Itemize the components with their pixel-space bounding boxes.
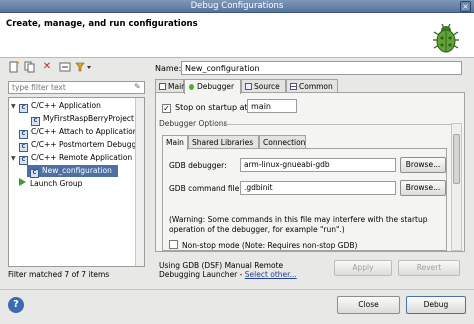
gdb-command-file-label: GDB command file: [169,184,242,193]
collapse-triangle-icon[interactable]: ▼ [11,101,19,113]
tree-item-cpp-postmortem[interactable]: C C/C++ Postmortem Debugger [19,139,144,152]
collapse-all-icon[interactable] [59,61,71,73]
panel-scrollbar[interactable] [451,123,462,251]
inner-tab-connection[interactable]: Connection [259,135,306,149]
tab-debugger[interactable]: Debugger [184,79,241,94]
new-config-icon[interactable] [8,60,20,73]
debugger-options-panel: GDB debugger: arm-linux-gnueabi-gdb Brow… [162,148,447,251]
name-label: Name: [155,64,182,73]
debugger-tab-icon [189,84,194,90]
tree-item-cpp-attach[interactable]: C C/C++ Attach to Application [19,126,138,139]
debug-button[interactable]: Debug [406,296,466,314]
duplicate-icon[interactable] [24,61,36,73]
config-toolbar: ✕ [8,60,128,75]
dialog-header: Create, manage, and run configurations [0,13,474,58]
tree-item-myfirstraspberryproject[interactable]: C MyFirstRaspBerryProject [31,113,134,126]
cpp-attach-icon: C [19,130,28,139]
clear-filter-icon[interactable]: ✎ [134,82,144,92]
tree-item-cpp-application[interactable]: ▼ C C/C++ Application [11,100,101,113]
debugger-tab-panel: ✓Stop on startup at: Debugger Options Ma… [155,92,465,252]
footer-separator [0,289,474,290]
common-tab-icon [290,83,297,90]
non-stop-mode-checkbox[interactable] [169,240,178,249]
tab-main[interactable]: Main [155,79,186,93]
window-title: Debug Configurations [190,1,284,11]
tab-source[interactable]: Source [241,79,286,93]
source-tab-icon [245,83,252,90]
dialog-header-title: Create, manage, and run configurations [6,19,198,29]
inner-tab-shared-libraries[interactable]: Shared Libraries [188,135,259,149]
cpp-application-icon: C [19,104,28,113]
revert-button[interactable]: Revert [398,260,460,276]
stop-on-startup-checkbox[interactable]: ✓ [162,104,171,113]
cpp-config-icon: C [30,169,39,178]
inner-tab-main[interactable]: Main [162,135,188,150]
filter-dropdown-icon[interactable] [75,61,93,73]
delete-icon[interactable]: ✕ [41,61,53,73]
window-close-icon[interactable]: × [460,1,471,12]
name-input[interactable] [181,61,462,75]
gdb-debugger-browse-button[interactable]: Browse... [400,157,446,173]
main-tab-icon [159,83,166,90]
gdb-debugger-label: GDB debugger: [169,161,227,170]
cpp-postmortem-icon: C [19,143,28,152]
stop-on-startup-row: ✓ Stop on startup at: [162,103,251,113]
tree-item-cpp-remote[interactable]: ▼ C C/C++ Remote Application [11,152,132,165]
cpp-remote-icon: C [19,156,28,165]
launcher-info: Using GDB (DSF) Manual Remote Debugging … [159,261,297,279]
help-icon[interactable]: ? [8,297,24,313]
cpp-config-icon: C [31,117,40,126]
gdb-command-file-input[interactable]: .gdbinit [240,181,396,195]
tree-scrollbar[interactable] [135,98,144,266]
config-tree: ▼ C C/C++ Application C MyFirstRaspBerryPro… [8,97,145,267]
collapse-triangle-icon[interactable]: ▼ [11,153,19,165]
gdb-command-file-browse-button[interactable]: Browse... [400,180,446,196]
filter-status: Filter matched 7 of 7 items [8,270,110,279]
gdb-command-warning: (Warning: Some commands in this file may… [169,215,428,234]
gdb-debugger-input[interactable]: arm-linux-gnueabi-gdb [240,158,396,172]
select-other-link[interactable]: Select other... [245,270,297,279]
close-button[interactable]: Close [337,296,400,314]
stop-on-startup-input[interactable] [247,99,297,113]
launch-group-icon [19,178,26,186]
panel-scrollbar-thumb[interactable] [453,134,460,184]
bug-icon [433,23,459,53]
non-stop-mode-row: Non-stop mode (Note: Requires non-stop G… [169,240,357,250]
window-title-bar: Debug Configurations × [0,0,474,13]
tree-item-new-configuration[interactable]: C New_configuration [27,165,118,178]
tab-common[interactable]: Common [286,79,338,93]
group-divider [211,124,456,125]
filter-input[interactable] [8,81,145,94]
tree-item-launch-group[interactable]: Launch Group [19,178,82,190]
apply-button[interactable]: Apply [334,260,392,276]
